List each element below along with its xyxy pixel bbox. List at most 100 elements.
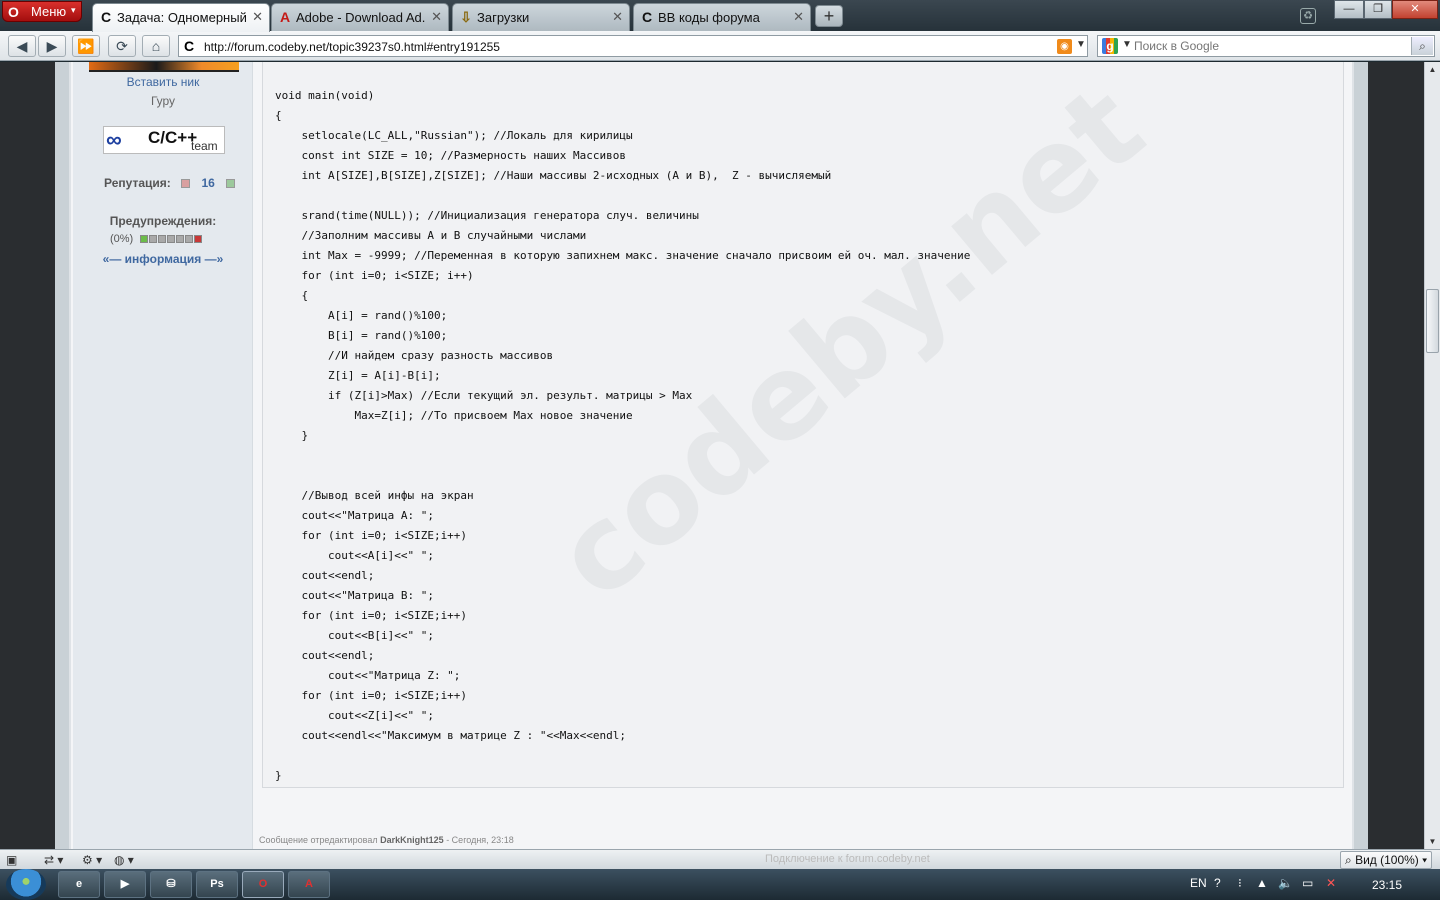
vertical-scrollbar[interactable]: ▲ ▼	[1424, 62, 1440, 849]
google-icon[interactable]: g	[1102, 38, 1118, 54]
search-box[interactable]: g ▼ ⌕	[1097, 35, 1435, 57]
close-tab-icon[interactable]: ✕	[252, 9, 263, 25]
help-icon[interactable]: ?	[1214, 876, 1221, 890]
code-line: cout<<"Матрица B: ";	[275, 589, 434, 602]
scroll-up-icon[interactable]: ▲	[1425, 62, 1440, 77]
page-viewport: Вставить ник Гуру ∞ C/C++ team Репутация…	[0, 62, 1424, 849]
media-player-icon[interactable]: ▶	[104, 871, 146, 898]
address-dropdown-icon[interactable]: ▼	[1076, 39, 1086, 50]
team-badge-sub: team	[191, 139, 218, 153]
maximize-window-button[interactable]: ❐	[1364, 0, 1392, 19]
tab-title: Задача: Одномерный ...	[117, 10, 247, 25]
reputation-plus-icon[interactable]	[226, 179, 236, 189]
arrow-left-icon: ◀	[16, 38, 28, 54]
code-line: cout<<B[i]<<" ";	[275, 629, 434, 642]
code-line: cout<<"Матрица Z: ";	[275, 669, 461, 682]
clock[interactable]: 23:15	[1372, 878, 1402, 892]
user-info-link[interactable]: «— информация —»	[73, 252, 253, 266]
address-field[interactable]: C http://forum.codeby.net/topic39237s0.h…	[178, 35, 1088, 57]
reload-icon: ⟳	[116, 38, 128, 54]
search-icon[interactable]: ⌕	[1411, 37, 1433, 55]
photoshop-icon[interactable]: Ps	[196, 871, 238, 898]
warning-level-bar	[185, 235, 194, 244]
navigation-bar: ◀ ▶ ⏩ ⟳ ⌂ C http://forum.codeby.net/topi…	[0, 31, 1440, 61]
acrobat-icon[interactable]: A	[288, 871, 330, 898]
closed-tabs-trash-icon[interactable]: ♻	[1300, 8, 1316, 24]
address-url: http://forum.codeby.net/topic39237s0.htm…	[204, 40, 500, 54]
code-line: cout<<endl;	[275, 649, 375, 662]
reputation-value: 16	[201, 176, 215, 190]
minimize-window-button[interactable]: —	[1334, 0, 1364, 19]
opera-logo-icon: O	[8, 4, 19, 20]
opera-menu-button[interactable]: O Меню ▾	[2, 1, 82, 22]
code-line: //Заполним массивы А и В случайными числ…	[275, 229, 587, 242]
volume-icon[interactable]: 🔈	[1278, 876, 1293, 890]
close-tab-icon[interactable]: ✕	[612, 9, 623, 25]
edit-note-author[interactable]: DarkKnight125	[380, 835, 444, 845]
sync-icon[interactable]: ⇄ ▾	[44, 852, 63, 868]
fast-forward-button[interactable]: ⏩	[72, 35, 100, 57]
panel-toggle-icon[interactable]: ▣	[6, 852, 17, 868]
action-center-icon[interactable]: ▭	[1302, 876, 1313, 890]
scrollbar-thumb[interactable]	[1426, 289, 1439, 353]
tab-title: BB коды форума	[658, 10, 760, 25]
tray-tools-icon[interactable]: ⁝	[1238, 876, 1242, 890]
edit-note-time: - Сегодня, 23:18	[446, 835, 514, 845]
team-badge-text: C/C++	[148, 128, 198, 147]
unite-icon[interactable]: ◍ ▾	[114, 852, 134, 868]
search-input[interactable]	[1134, 38, 1404, 54]
code-line: int A[SIZE],B[SIZE],Z[SIZE]; //Наши масс…	[275, 169, 832, 182]
new-tab-button[interactable]: +	[815, 5, 843, 27]
forum-page: Вставить ник Гуру ∞ C/C++ team Репутация…	[55, 62, 1368, 849]
reload-button[interactable]: ⟳	[108, 35, 136, 57]
warning-level-bar	[176, 235, 185, 244]
warning-decrease-icon[interactable]	[140, 235, 149, 244]
code-line: A[i] = rand()%100;	[275, 309, 448, 322]
code-line: for (int i=0; i<SIZE;i++)	[275, 529, 468, 542]
zoom-control[interactable]: ⌕ Вид (100%) ▾	[1340, 851, 1433, 869]
scroll-down-icon[interactable]: ▼	[1425, 834, 1440, 849]
user-rank: Гуру	[150, 94, 176, 108]
warning-level-bar	[158, 235, 167, 244]
tab-task[interactable]: C Задача: Одномерный ... ✕	[92, 3, 270, 32]
reputation-minus-icon[interactable]	[181, 179, 191, 189]
windows-start-button[interactable]	[6, 869, 46, 900]
code-line: {	[275, 109, 282, 122]
rss-feed-icon[interactable]: ◉	[1057, 39, 1072, 54]
opera-menu-label: Меню	[31, 4, 67, 19]
magnifier-icon: ⌕	[1345, 853, 1356, 867]
search-engine-dropdown-icon[interactable]: ▼	[1122, 39, 1132, 50]
tab-downloads[interactable]: ⇩ Загрузки ✕	[452, 3, 630, 31]
internet-explorer-icon[interactable]: e	[58, 871, 100, 898]
code-line: Max=Z[i]; //То присвоем Max новое значен…	[275, 409, 633, 422]
tab-title: Adobe - Download Ad...	[296, 10, 426, 25]
forum-post: Вставить ник Гуру ∞ C/C++ team Репутация…	[69, 62, 1354, 849]
close-window-button[interactable]: ✕	[1392, 0, 1438, 19]
back-button[interactable]: ◀	[8, 35, 36, 57]
insert-nick-link[interactable]: Вставить ник	[73, 75, 253, 89]
forward-button[interactable]: ▶	[38, 35, 66, 57]
home-button[interactable]: ⌂	[142, 35, 170, 57]
show-hidden-icons-icon[interactable]: ▲	[1256, 876, 1268, 890]
arrow-right-icon: ▶	[46, 38, 58, 54]
close-tab-icon[interactable]: ✕	[431, 9, 442, 25]
tab-adobe[interactable]: A Adobe - Download Ad... ✕	[271, 3, 449, 31]
fast-forward-icon: ⏩	[77, 38, 95, 54]
turbo-icon[interactable]: ⚙ ▾	[82, 852, 102, 868]
language-indicator[interactable]: EN	[1190, 876, 1207, 890]
network-status-icon[interactable]: ✕	[1326, 876, 1336, 890]
close-tab-icon[interactable]: ✕	[793, 9, 804, 25]
code-line: for (int i=0; i<SIZE; i++)	[275, 269, 474, 282]
download-icon: ⇩	[460, 9, 472, 25]
warnings-row: (0%)	[110, 233, 203, 245]
code-line: if (Z[i]>Max) //Если текущий эл. результ…	[275, 389, 693, 402]
opera-taskbar-icon[interactable]: O	[242, 871, 284, 898]
tab-bb-codes[interactable]: C BB коды форума ✕	[633, 3, 811, 31]
warning-increase-icon[interactable]	[194, 235, 203, 244]
network-icon[interactable]: ⛁	[150, 871, 192, 898]
home-icon: ⌂	[151, 38, 161, 54]
edit-note-prefix: Сообщение отредактировал	[259, 835, 378, 845]
status-bar: ▣ ⇄ ▾ ⚙ ▾ ◍ ▾ Подключение к forum.codeby…	[0, 849, 1440, 869]
